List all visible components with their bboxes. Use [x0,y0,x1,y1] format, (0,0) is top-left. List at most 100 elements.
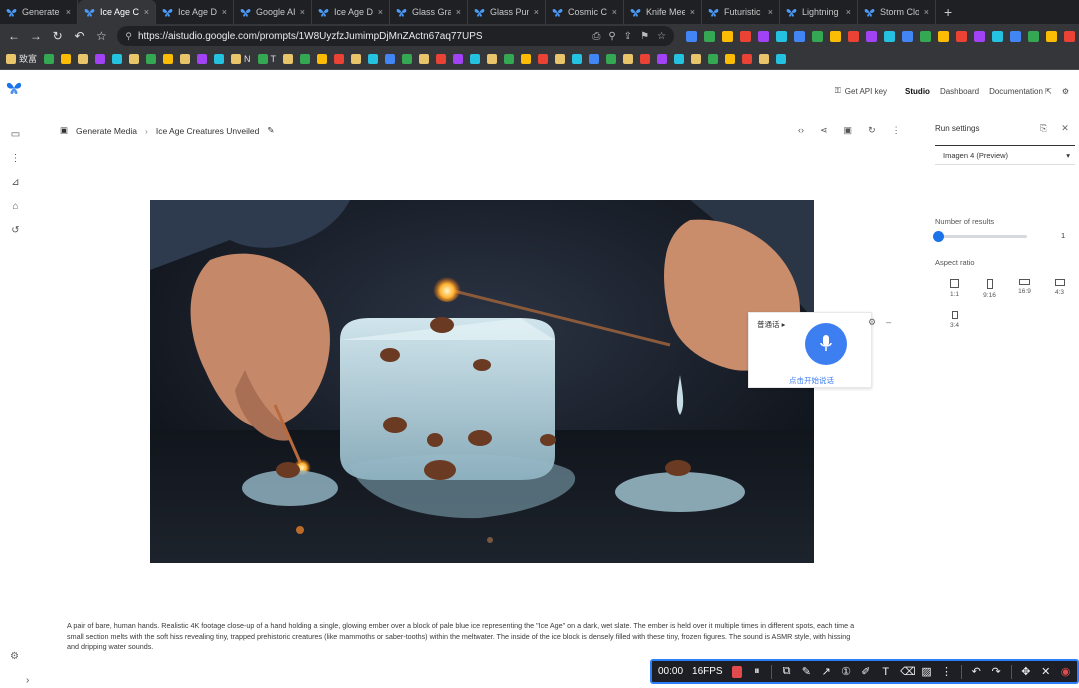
reset-icon[interactable]: ↻ [868,125,876,136]
zoom-icon[interactable]: ⚲ [608,31,615,42]
get-api-key-link[interactable]: ⚿ Get API key [835,86,887,96]
bookmark-item[interactable] [180,53,191,64]
extension-icon[interactable] [794,30,805,42]
stream-icon[interactable]: ⋮ [10,153,21,164]
undo-close-button[interactable]: ↶ [70,26,90,46]
studio-link[interactable]: Studio [905,87,930,96]
bookmark-item[interactable] [95,53,106,64]
num-results-slider[interactable] [933,231,1027,242]
extension-icon[interactable] [758,30,769,42]
bookmark-item[interactable] [572,53,583,64]
history-icon[interactable]: ↺ [10,225,21,236]
browser-tab[interactable]: Ice Age Disc × [312,0,390,24]
extension-icon[interactable] [848,30,859,42]
minimize-icon[interactable]: – [886,317,891,328]
tab-close-icon[interactable]: × [378,7,383,17]
extension-icon[interactable] [920,30,931,42]
browser-tab[interactable]: Generate M × [0,0,78,24]
extension-icon[interactable] [1064,30,1075,42]
bookmark-item[interactable] [555,53,566,64]
browser-tab[interactable]: Knife Meets × [624,0,702,24]
tab-close-icon[interactable]: × [924,7,929,17]
bookmark-item[interactable] [112,53,123,64]
build-icon[interactable]: ⌂ [10,201,21,212]
save-icon[interactable]: ▣ [844,125,853,136]
reset-settings-icon[interactable]: ⎘ [1040,123,1047,134]
bookmark-item[interactable] [504,53,515,64]
browser-tab[interactable]: Futuristic N × [702,0,780,24]
edit-pencil-icon[interactable]: ✎ [267,125,274,136]
tab-close-icon[interactable]: × [768,7,773,17]
extension-icon[interactable] [1046,30,1057,42]
bookmark-item[interactable] [146,53,157,64]
redo-icon[interactable]: ↷ [991,665,1002,678]
url-text[interactable]: https://aistudio.google.com/prompts/1W8U… [138,31,483,42]
close-icon[interactable]: ✕ [1061,123,1069,134]
chat-icon[interactable]: ▭ [10,129,21,140]
bookmark-item[interactable]: N [231,53,251,64]
close-icon[interactable]: ✕ [1040,665,1051,678]
bookmark-item[interactable] [197,53,208,64]
extension-icon[interactable] [740,30,751,42]
aspect-ratio-option[interactable]: 16:9 [1007,279,1042,299]
address-bar[interactable]: ⚲ https://aistudio.google.com/prompts/1W… [117,26,674,46]
extension-icon[interactable] [812,30,823,42]
bookmark-item[interactable] [436,53,447,64]
tab-close-icon[interactable]: × [456,7,461,17]
extension-icon[interactable] [1010,30,1021,42]
bookmark-item[interactable] [61,53,72,64]
settings-icon[interactable]: ⚙ [1062,87,1069,96]
marker-icon[interactable]: ✐ [860,665,871,678]
tab-close-icon[interactable]: × [300,7,305,17]
browser-tab[interactable]: Glass Grape × [390,0,468,24]
bookmark-item[interactable] [742,53,753,64]
tab-close-icon[interactable]: × [144,7,149,17]
extension-icon[interactable] [938,30,949,42]
aspect-ratio-option[interactable]: 1:1 [937,279,972,299]
tab-close-icon[interactable]: × [846,7,851,17]
bookmark-item[interactable] [300,53,311,64]
bookmark-item[interactable] [606,53,617,64]
bookmark-star-icon[interactable]: ☆ [92,26,112,46]
translate-icon[interactable]: ⚑ [640,31,649,42]
tab-close-icon[interactable]: × [690,7,695,17]
documentation-link[interactable]: Documentation ⇱ [989,87,1052,96]
microphone-button[interactable] [805,323,847,365]
record-icon[interactable]: ◉ [1060,665,1071,678]
slider-knob[interactable] [933,231,944,242]
browser-tab[interactable]: Cosmic Cub × [546,0,624,24]
move-icon[interactable]: ✥ [1020,665,1031,678]
reload-button[interactable]: ↻ [48,26,68,46]
browser-tab[interactable]: Ice Age Cre × [78,0,156,24]
extension-icon[interactable] [704,30,715,42]
bookmark-item[interactable] [487,53,498,64]
crop-icon[interactable]: ⧉ [781,665,792,678]
extension-icon[interactable] [686,30,697,42]
browser-tab[interactable]: Lightning C × [780,0,858,24]
bookmark-item[interactable] [385,53,396,64]
bookmark-item[interactable] [521,53,532,64]
bookmark-item[interactable] [78,53,89,64]
breadcrumb-parent[interactable]: Generate Media [76,126,137,136]
extension-icon[interactable] [992,30,1003,42]
extension-icon[interactable] [866,30,877,42]
ai-studio-logo[interactable] [6,81,22,100]
bookmark-item[interactable] [214,53,225,64]
stop-recording-button[interactable] [731,665,743,678]
bookmark-item[interactable] [623,53,634,64]
aspect-ratio-option[interactable]: 9:16 [972,279,1007,299]
bookmark-item[interactable] [163,53,174,64]
browser-tab[interactable]: Storm Cloud × [858,0,936,24]
dashboard-link[interactable]: Dashboard [940,87,979,96]
extension-icon[interactable] [830,30,841,42]
bookmark-item[interactable] [334,53,345,64]
bookmark-item[interactable] [351,53,362,64]
bookmark-item[interactable] [283,53,294,64]
tab-close-icon[interactable]: × [66,7,71,17]
mosaic-icon[interactable]: ▨ [921,665,932,678]
eraser-icon[interactable]: ⌫ [900,665,916,678]
more-options-icon[interactable]: ⋮ [892,125,901,136]
bookmark-item[interactable]: 致富 [6,52,37,65]
tab-close-icon[interactable]: × [534,7,539,17]
extension-icon[interactable] [902,30,913,42]
